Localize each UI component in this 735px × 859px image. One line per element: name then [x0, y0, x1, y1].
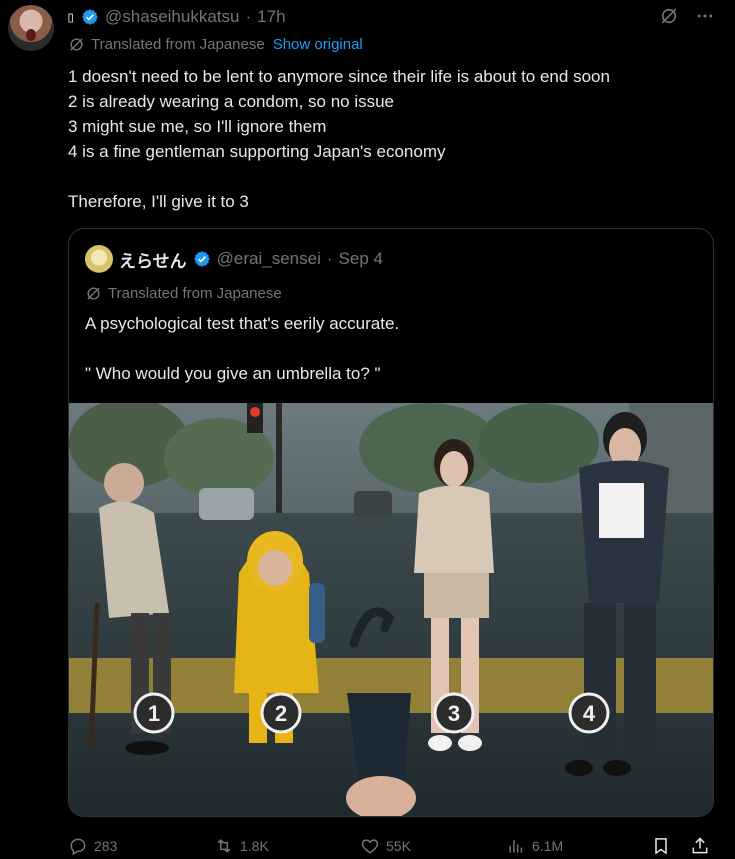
number-badge-3: 3 — [433, 692, 475, 734]
quote-translated-label: Translated from Japanese — [108, 285, 282, 302]
quote-translation-notice: Translated from Japanese — [85, 285, 282, 302]
quote-header-separator: · — [326, 249, 333, 268]
heart-icon — [360, 836, 380, 856]
translated-label: Translated from Japanese — [91, 36, 265, 53]
bookmark-icon — [651, 836, 671, 856]
number-badge-1: 1 — [133, 692, 175, 734]
quote-translate-icon — [85, 285, 102, 302]
retweet-icon — [214, 836, 234, 856]
like-count: 55K — [386, 838, 411, 854]
svg-text:2: 2 — [275, 701, 287, 726]
like-button[interactable]: 55K — [360, 836, 411, 856]
reply-icon — [68, 836, 88, 856]
author-display-name[interactable]: ▯ — [66, 8, 75, 26]
translation-notice: Translated from Japanese Show original — [68, 36, 363, 53]
quote-header: えらせん @erai_sensei · Sep 4 — [85, 245, 383, 273]
header-separator: · — [245, 7, 252, 26]
views-count: 6.1M — [532, 838, 564, 854]
share-icon — [690, 836, 710, 856]
tweet-header: ▯ @shaseihukkatsu · 17h — [66, 6, 286, 28]
red-light — [250, 407, 260, 417]
tweet-text: 1 doesn't need to be lent to anymore sin… — [68, 67, 610, 211]
quote-verified-badge-icon — [193, 250, 211, 268]
author-avatar[interactable] — [8, 5, 54, 51]
quoted-tweet[interactable]: えらせん @erai_sensei · Sep 4 Translated fro… — [68, 228, 714, 817]
quote-author-avatar — [85, 245, 113, 273]
more-options-icon[interactable] — [695, 6, 715, 26]
show-original-link[interactable]: Show original — [273, 36, 363, 53]
car-center — [354, 491, 392, 517]
reply-button[interactable]: 283 — [68, 836, 117, 856]
grok-icon[interactable] — [659, 6, 679, 26]
tree-center — [359, 403, 499, 493]
quote-text: A psychological test that's eerily accur… — [85, 314, 400, 383]
retweet-count: 1.8K — [240, 838, 269, 854]
number-badge-4: 4 — [568, 692, 610, 734]
bookmark-button[interactable] — [651, 836, 671, 856]
top-icons — [659, 6, 715, 26]
quote-date: Sep 4 — [338, 249, 383, 268]
svg-text:4: 4 — [583, 701, 596, 726]
svg-text:3: 3 — [448, 701, 460, 726]
tweet-time[interactable]: 17h — [257, 7, 285, 27]
retweet-button[interactable]: 1.8K — [214, 836, 269, 856]
reply-count: 283 — [94, 838, 118, 854]
author-handle[interactable]: @shaseihukkatsu — [105, 7, 239, 27]
svg-text:1: 1 — [148, 701, 160, 726]
number-badge-2: 2 — [260, 692, 302, 734]
car-left — [199, 488, 254, 520]
tweet-actions: 283 1.8K 55K 6.1M — [68, 834, 714, 858]
avatar-mouth — [26, 29, 36, 41]
views-button[interactable]: 6.1M — [506, 836, 563, 856]
views-icon — [506, 836, 526, 856]
quote-author-handle: @erai_sensei — [216, 249, 321, 268]
quote-author-name: えらせん — [119, 251, 187, 271]
verified-badge-icon — [81, 8, 99, 26]
translate-icon — [68, 36, 85, 53]
quote-image[interactable]: 1 2 3 4 — [69, 403, 713, 816]
share-button[interactable] — [690, 836, 710, 856]
